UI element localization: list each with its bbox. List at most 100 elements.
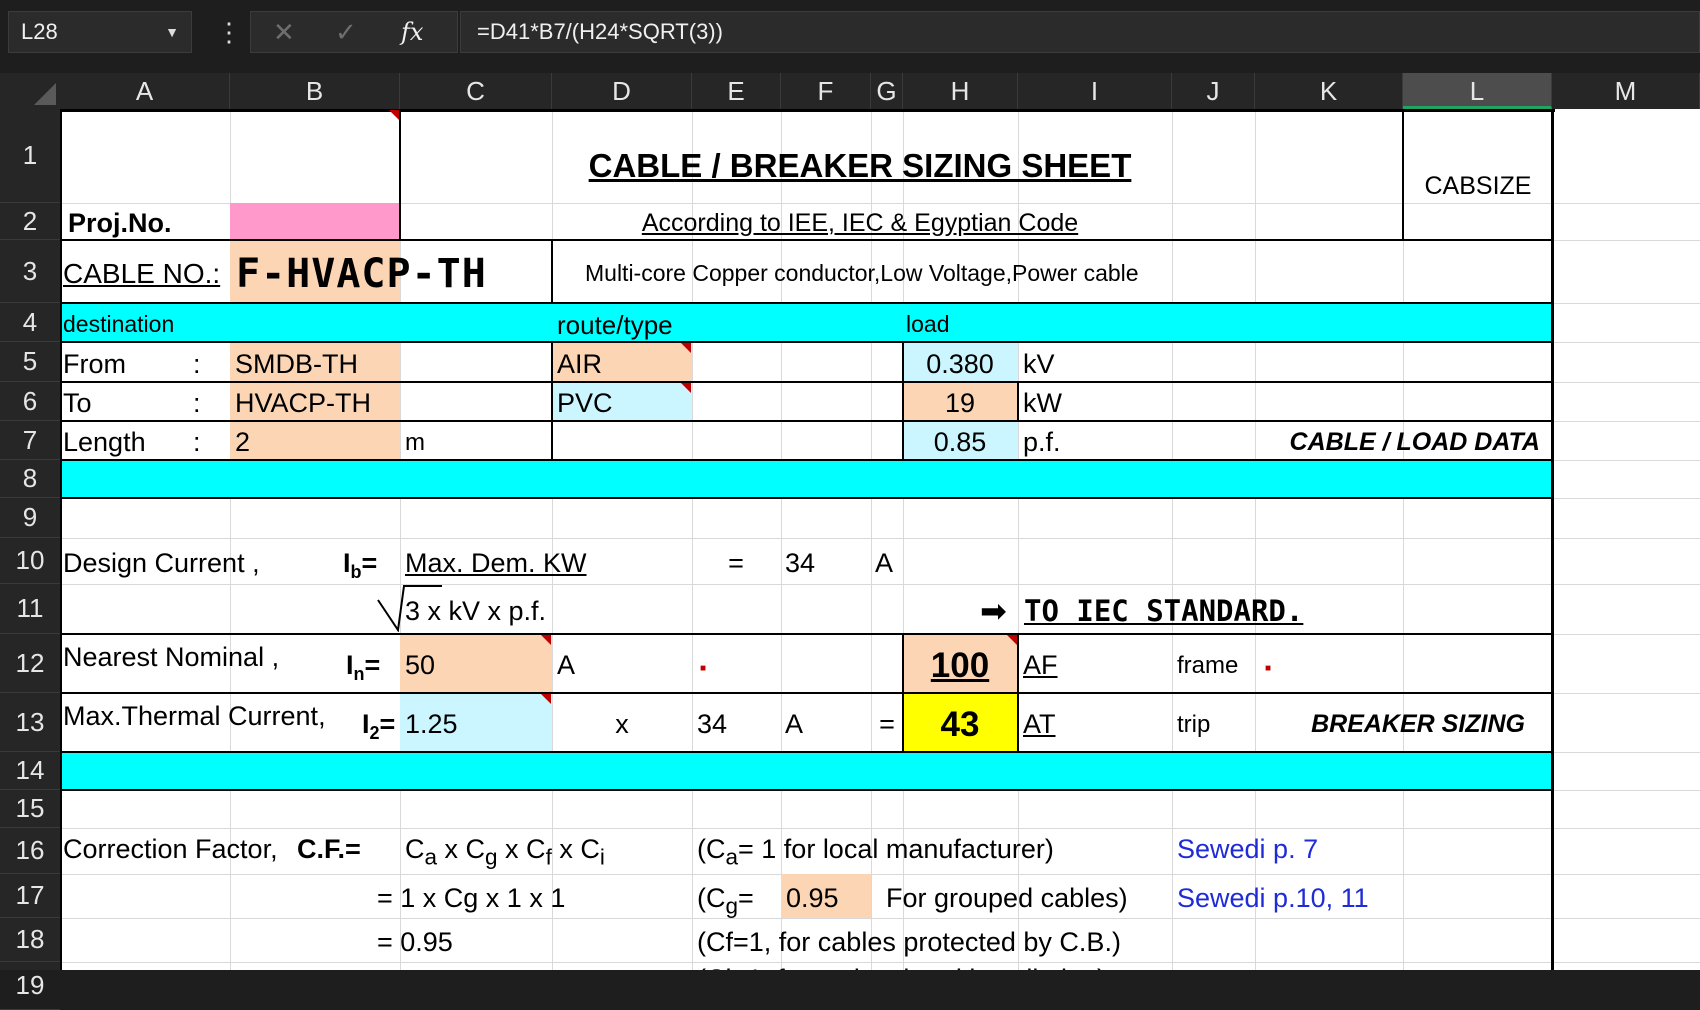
- thermal-amp: A: [785, 709, 804, 739]
- border-vertical: [551, 240, 553, 303]
- cf-formula: Ca x Cg x Cf x Ci: [405, 834, 605, 870]
- sheet-code: CABSIZE: [1424, 172, 1532, 200]
- border-vertical: [1017, 382, 1019, 421]
- more-options-icon[interactable]: ⋮: [216, 12, 242, 52]
- comment-indicator-icon[interactable]: [681, 383, 691, 393]
- row18-formula: = 0.95: [377, 926, 453, 957]
- cf-bold-label: C.F.=: [297, 834, 361, 864]
- insert-function-icon[interactable]: fx: [401, 12, 423, 52]
- design-value: 34: [785, 547, 816, 578]
- column-header-l[interactable]: L: [1403, 73, 1552, 109]
- row-header-16[interactable]: 16: [0, 828, 60, 874]
- i2-label-main: I: [362, 709, 370, 739]
- to-colon: :: [193, 388, 201, 418]
- power-unit: kW: [1023, 388, 1062, 418]
- from-value: SMDB-TH: [235, 348, 358, 379]
- column-header-g[interactable]: G: [871, 73, 903, 109]
- row-header-11[interactable]: 11: [0, 584, 60, 634]
- in-label-subscript: n: [353, 664, 365, 684]
- from-colon: :: [193, 348, 201, 379]
- row-header-2[interactable]: 2: [0, 203, 60, 240]
- row-header-10[interactable]: 10: [0, 538, 60, 584]
- chevron-down-icon[interactable]: ▼: [165, 12, 179, 52]
- row-header-6[interactable]: 6: [0, 382, 60, 421]
- comment-indicator-icon[interactable]: [541, 635, 551, 645]
- sewedi-page-10: Sewedi p.10, 11: [1177, 882, 1369, 913]
- border-horizontal: [60, 789, 1554, 791]
- ib-label-equals: =: [361, 547, 378, 578]
- to-value: HVACP-TH: [235, 388, 372, 418]
- column-header-c[interactable]: C: [400, 73, 552, 109]
- border-vertical: [902, 342, 904, 460]
- row-header-19[interactable]: 19: [0, 962, 60, 1010]
- column-header-k[interactable]: K: [1255, 73, 1403, 109]
- border-horizontal: [903, 633, 1020, 635]
- max-thermal-label: Max.Thermal Current,: [63, 701, 326, 731]
- fill-header-row-4: [60, 303, 1552, 342]
- formula-input[interactable]: =D41*B7/(H24*SQRT(3)): [460, 11, 1700, 53]
- comment-indicator-icon[interactable]: [541, 694, 551, 704]
- cg-open: (Cg=: [697, 882, 754, 918]
- breaker-sizing-label: BREAKER SIZING: [1311, 710, 1525, 738]
- border-vertical: [399, 109, 401, 240]
- row-header-7[interactable]: 7: [0, 421, 60, 460]
- enter-icon[interactable]: ✓: [335, 12, 357, 52]
- row-header-9[interactable]: 9: [0, 498, 60, 538]
- to-label: To: [63, 388, 92, 418]
- pf-unit: p.f.: [1023, 427, 1061, 457]
- af-label: AF: [1023, 650, 1058, 680]
- column-header-d[interactable]: D: [552, 73, 692, 109]
- column-header-m[interactable]: M: [1552, 73, 1700, 109]
- column-header-h[interactable]: H: [903, 73, 1018, 109]
- proj-no-label: Proj.No.: [68, 208, 172, 238]
- row-header-3[interactable]: 3: [0, 240, 60, 303]
- nominal-amp: A: [557, 650, 576, 680]
- column-header-e[interactable]: E: [692, 73, 781, 109]
- row-header-4[interactable]: 4: [0, 303, 60, 342]
- sewedi-page-7: Sewedi p. 7: [1177, 834, 1319, 864]
- nearest-nominal-label: Nearest Nominal ,: [63, 642, 280, 672]
- voltage-value: 0.380: [926, 348, 994, 379]
- row-header-14[interactable]: 14: [0, 752, 60, 790]
- length-unit: m: [405, 428, 425, 456]
- sheet-subtitle: According to IEE, IEC & Egyptian Code: [641, 209, 1079, 237]
- row-header-5[interactable]: 5: [0, 342, 60, 382]
- cancel-icon[interactable]: ✕: [273, 12, 295, 52]
- column-header-a[interactable]: A: [60, 73, 230, 109]
- in-label-main: I: [346, 650, 354, 680]
- row-header-13[interactable]: 13: [0, 693, 60, 752]
- worksheet-grid[interactable]: CABLE / BREAKER SIZING SHEET According to…: [60, 109, 1700, 970]
- sheet-title: CABLE / BREAKER SIZING SHEET: [588, 147, 1132, 184]
- in-label-equals: =: [364, 650, 381, 680]
- row-header-1[interactable]: 1: [0, 109, 60, 203]
- column-header-b[interactable]: B: [230, 73, 400, 109]
- cable-no-label: CABLE NO.:: [63, 257, 221, 289]
- select-all-button[interactable]: [0, 73, 60, 109]
- correction-factor-label: Correction Factor,: [63, 834, 278, 864]
- border-horizontal: [60, 751, 1554, 753]
- frame-label: frame: [1177, 651, 1239, 679]
- name-box[interactable]: L28 ▼: [8, 11, 192, 53]
- column-header-f[interactable]: F: [781, 73, 871, 109]
- row-header-15[interactable]: 15: [0, 790, 60, 828]
- design-equals: =: [728, 547, 744, 578]
- design-current-label: Design Current ,: [63, 547, 260, 578]
- power-value: 19: [944, 388, 976, 418]
- border-horizontal: [60, 381, 1554, 383]
- comment-indicator-icon[interactable]: [681, 343, 691, 353]
- gridline-horizontal: [60, 918, 1700, 919]
- border-horizontal: [60, 692, 1554, 694]
- numerator: Max. Dem. KW: [405, 547, 587, 578]
- row-header-17[interactable]: 17: [0, 874, 60, 918]
- comment-indicator-icon[interactable]: [1007, 635, 1017, 645]
- row-header-18[interactable]: 18: [0, 918, 60, 962]
- column-header-j[interactable]: J: [1172, 73, 1255, 109]
- design-amp: A: [875, 547, 894, 578]
- trip-value: 43: [940, 705, 980, 744]
- column-header-i[interactable]: I: [1018, 73, 1172, 109]
- row-header-12[interactable]: 12: [0, 634, 60, 693]
- border-horizontal: [60, 633, 1554, 635]
- trip-equals: =: [879, 709, 895, 739]
- row-header-8[interactable]: 8: [0, 460, 60, 498]
- comment-indicator-icon[interactable]: [389, 110, 399, 120]
